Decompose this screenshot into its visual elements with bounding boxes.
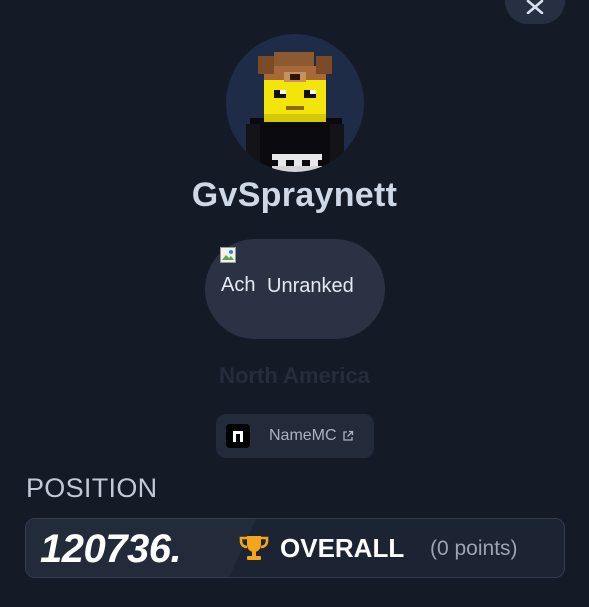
- close-button[interactable]: [505, 0, 565, 24]
- player-region: North America: [219, 363, 370, 388]
- external-link-icon: [342, 430, 354, 442]
- position-points: (0 points): [430, 537, 518, 560]
- rank-icon-alt-text: Ach Icon: [221, 274, 260, 296]
- trophy-icon: [239, 536, 269, 560]
- player-username: GvSpraynett: [191, 176, 398, 214]
- position-card: 120736. OVERALL (0 points): [25, 518, 565, 578]
- position-heading: POSITION: [26, 473, 158, 503]
- player-avatar: [226, 34, 364, 172]
- broken-image-icon: [220, 247, 236, 263]
- namemc-logo-icon: [226, 424, 250, 448]
- namemc-link[interactable]: NameMC: [216, 414, 374, 458]
- rank-icon: Ach Icon: [220, 243, 260, 335]
- rank-badge: Ach Icon Unranked: [205, 239, 385, 339]
- rank-label: Unranked: [267, 275, 354, 297]
- position-category: OVERALL: [280, 533, 405, 563]
- namemc-label: NameMC: [269, 427, 337, 444]
- player-profile-page: GvSpraynett Ach Icon Unranked North Amer…: [0, 0, 589, 607]
- position-number: 120736.: [40, 527, 182, 571]
- close-icon: [526, 0, 544, 14]
